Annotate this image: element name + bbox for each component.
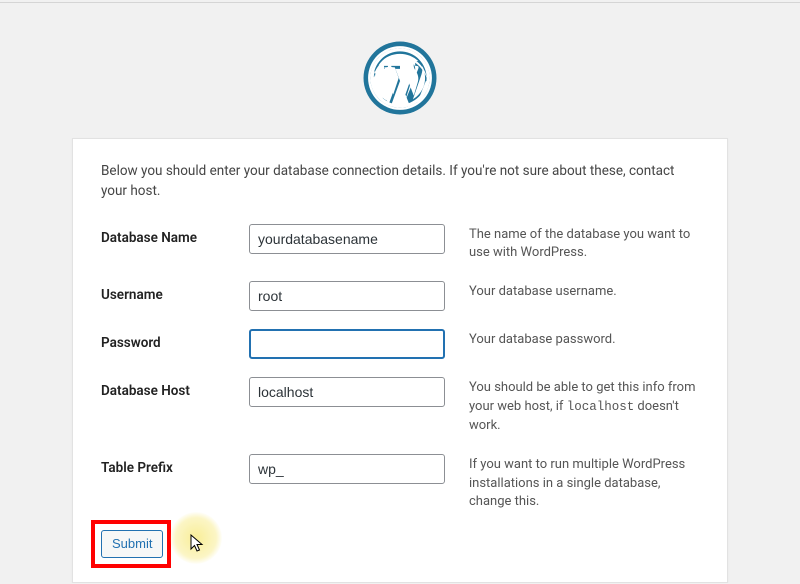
label-table-prefix: Table Prefix xyxy=(101,454,249,476)
code-localhost: localhost xyxy=(567,400,635,414)
label-password: Password xyxy=(101,329,249,351)
desc-database-name: The name of the database you want to use… xyxy=(447,224,699,264)
submit-button[interactable]: Submit xyxy=(101,530,163,558)
intro-text: Below you should enter your database con… xyxy=(101,161,699,202)
setup-panel: Below you should enter your database con… xyxy=(72,138,728,583)
row-database-name: Database Name The name of the database y… xyxy=(101,224,699,264)
desc-table-prefix: If you want to run multiple WordPress in… xyxy=(447,454,699,513)
desc-password: Your database password. xyxy=(447,329,699,350)
label-username: Username xyxy=(101,281,249,303)
desc-database-host: You should be able to get this info from… xyxy=(447,377,699,436)
top-divider xyxy=(0,2,800,3)
logo-container xyxy=(0,0,800,138)
submit-container: Submit xyxy=(101,530,699,558)
input-table-prefix[interactable] xyxy=(249,454,445,484)
wordpress-logo-icon xyxy=(362,40,438,116)
row-table-prefix: Table Prefix If you want to run multiple… xyxy=(101,454,699,513)
row-username: Username Your database username. xyxy=(101,281,699,311)
row-password: Password Your database password. xyxy=(101,329,699,359)
row-database-host: Database Host You should be able to get … xyxy=(101,377,699,436)
desc-username: Your database username. xyxy=(447,281,699,302)
input-username[interactable] xyxy=(249,281,445,311)
label-database-name: Database Name xyxy=(101,224,249,246)
input-database-host[interactable] xyxy=(249,377,445,407)
label-database-host: Database Host xyxy=(101,377,249,399)
input-password[interactable] xyxy=(249,329,445,359)
input-database-name[interactable] xyxy=(249,224,445,254)
